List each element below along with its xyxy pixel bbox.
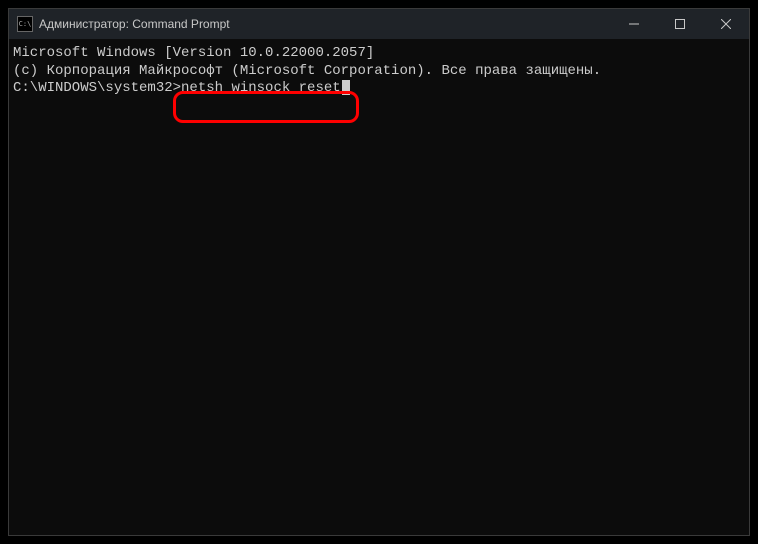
titlebar[interactable]: C:\ Администратор: Command Prompt [9, 9, 749, 39]
window-controls [611, 9, 749, 39]
close-icon [721, 19, 731, 29]
terminal-area[interactable]: Microsoft Windows [Version 10.0.22000.20… [9, 39, 749, 535]
output-line-copyright: (c) Корпорация Майкрософт (Microsoft Cor… [13, 63, 745, 81]
maximize-icon [675, 19, 685, 29]
cursor [342, 80, 350, 95]
app-icon: C:\ [17, 16, 33, 32]
command-input[interactable]: netsh winsock reset [181, 80, 341, 98]
minimize-icon [629, 19, 639, 29]
output-line-version: Microsoft Windows [Version 10.0.22000.20… [13, 45, 745, 63]
prompt-line: C:\WINDOWS\system32>netsh winsock reset [13, 80, 745, 98]
window-title: Администратор: Command Prompt [39, 17, 611, 31]
minimize-button[interactable] [611, 9, 657, 39]
cmd-icon: C:\ [19, 21, 32, 28]
prompt-path: C:\WINDOWS\system32> [13, 80, 181, 98]
close-button[interactable] [703, 9, 749, 39]
maximize-button[interactable] [657, 9, 703, 39]
command-prompt-window: C:\ Администратор: Command Prompt [8, 8, 750, 536]
